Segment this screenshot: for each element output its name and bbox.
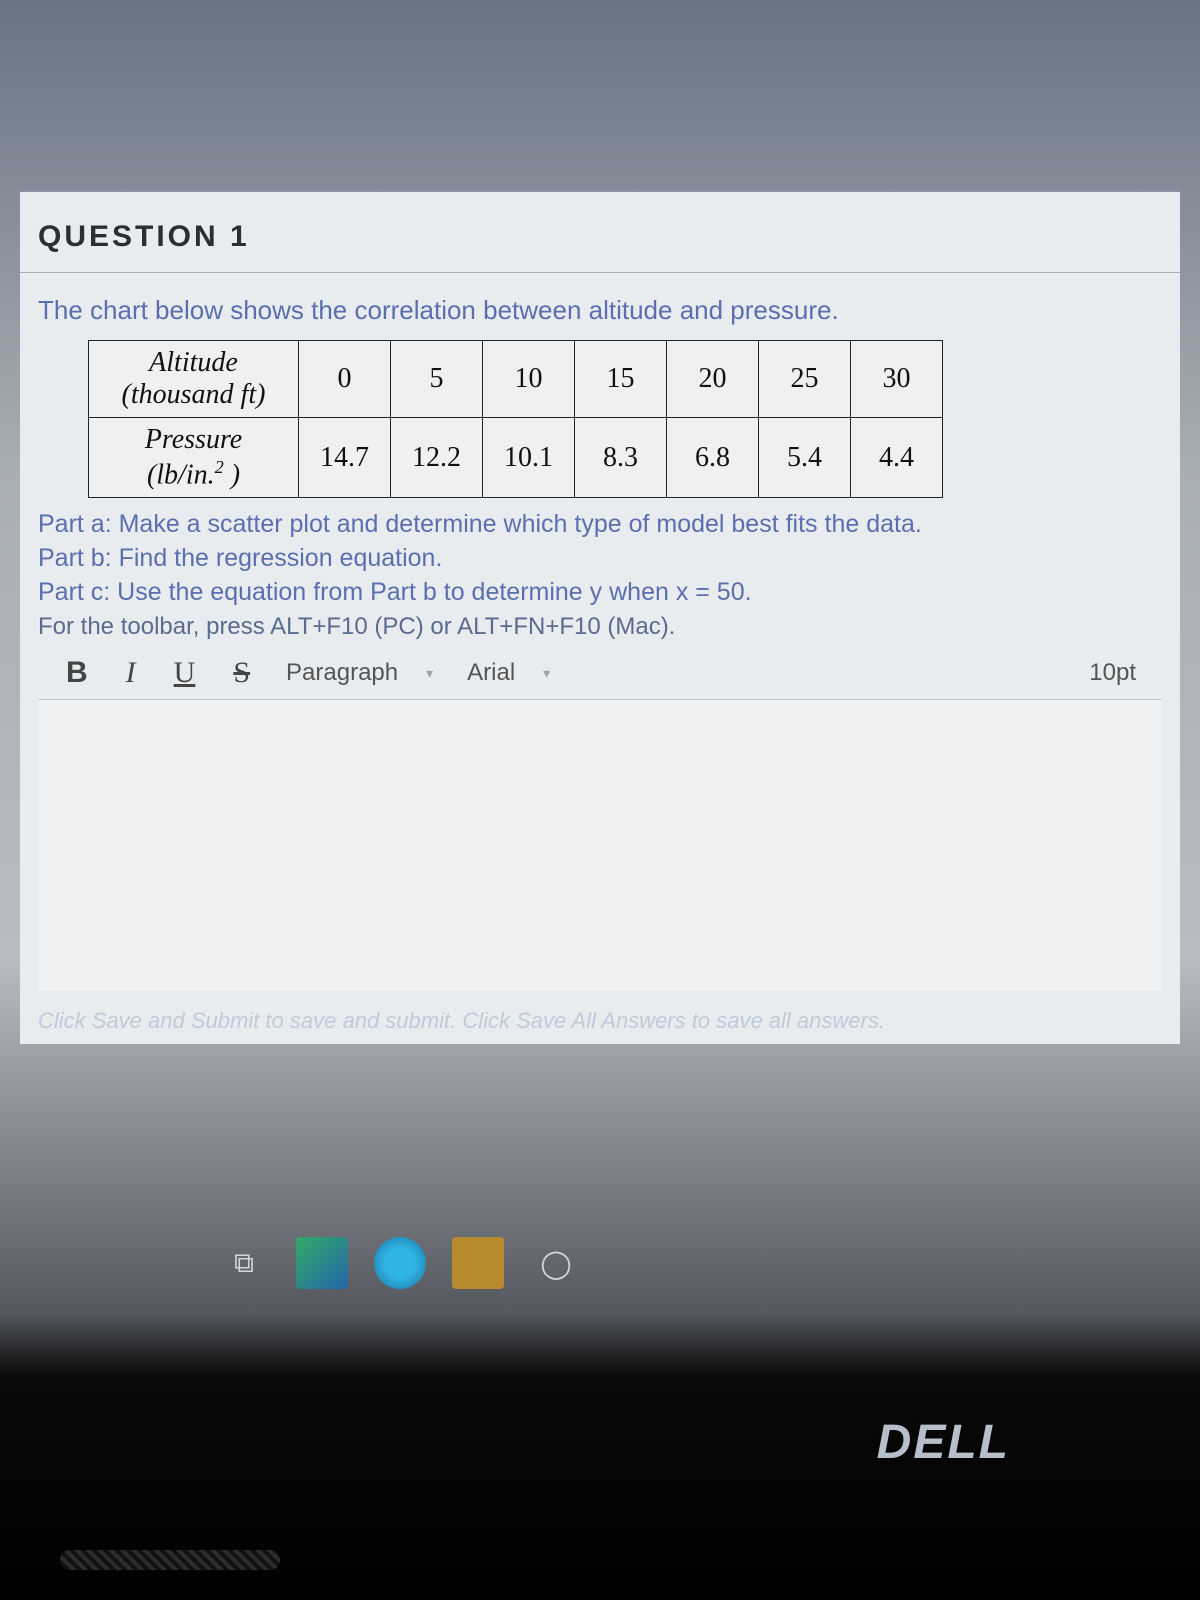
font-family-label: Arial xyxy=(467,659,515,687)
row-label-altitude: Altitude (thousand ft) xyxy=(89,341,299,418)
cell-altitude-4: 20 xyxy=(667,341,759,418)
toolbar-hint: For the toolbar, press ALT+F10 (PC) or A… xyxy=(38,613,1162,641)
answer-editor[interactable] xyxy=(38,700,1162,990)
file-explorer-icon[interactable] xyxy=(452,1237,504,1289)
cell-altitude-0: 0 xyxy=(299,341,391,418)
row-label-pressure: Pressure (lb/in.2 ) xyxy=(89,418,299,498)
cell-altitude-2: 10 xyxy=(483,341,575,418)
chevron-down-icon: ▾ xyxy=(426,665,433,682)
dell-logo: DELL xyxy=(877,1415,1010,1470)
font-size-label: 10pt xyxy=(1089,659,1136,687)
cell-pressure-0: 14.7 xyxy=(299,418,391,498)
chevron-down-icon: ▾ xyxy=(543,665,550,682)
save-submit-hint: Click Save and Submit to save and submit… xyxy=(20,1008,1180,1044)
font-family-select[interactable]: Arial ▾ xyxy=(461,655,556,691)
content-panel: QUESTION 1 The chart below shows the cor… xyxy=(20,190,1180,1044)
pressure-label-close: ) xyxy=(224,459,240,490)
table-row: Pressure (lb/in.2 ) 14.7 12.2 10.1 8.3 6… xyxy=(89,418,943,498)
editor-toolbar: B I U S Paragraph ▾ Arial ▾ 10pt xyxy=(38,641,1162,700)
pressure-label-line2: (lb/in. xyxy=(147,459,215,490)
question-prompt: The chart below shows the correlation be… xyxy=(38,295,1162,326)
pressure-label-sup: 2 xyxy=(215,457,224,477)
part-c-text: Part c: Use the equation from Part b to … xyxy=(38,576,1162,610)
italic-button[interactable]: I xyxy=(118,656,144,690)
cell-pressure-4: 6.8 xyxy=(667,418,759,498)
cell-altitude-1: 5 xyxy=(391,341,483,418)
block-format-select[interactable]: Paragraph ▾ xyxy=(280,655,439,691)
cell-pressure-1: 12.2 xyxy=(391,418,483,498)
altitude-label-line2: (thousand ft) xyxy=(122,379,266,410)
cell-pressure-5: 5.4 xyxy=(759,418,851,498)
strikethrough-button[interactable]: S xyxy=(225,656,258,690)
block-format-label: Paragraph xyxy=(286,659,398,687)
windows-taskbar: ⧉ ◯ xyxy=(200,1231,600,1295)
font-size-select[interactable]: 10pt xyxy=(1083,655,1142,691)
bold-button[interactable]: B xyxy=(58,656,96,690)
question-body: The chart below shows the correlation be… xyxy=(20,272,1180,1008)
cell-pressure-3: 8.3 xyxy=(575,418,667,498)
pressure-label-line1: Pressure xyxy=(145,424,242,455)
question-parts: Part a: Make a scatter plot and determin… xyxy=(38,508,1162,609)
data-table: Altitude (thousand ft) 0 5 10 15 20 25 3… xyxy=(88,340,943,498)
edge-icon[interactable] xyxy=(374,1237,426,1289)
cortana-icon[interactable]: ◯ xyxy=(530,1237,582,1289)
cell-pressure-2: 10.1 xyxy=(483,418,575,498)
question-heading: QUESTION 1 xyxy=(20,192,1180,272)
cell-altitude-6: 30 xyxy=(851,341,943,418)
microsoft-store-icon[interactable] xyxy=(296,1237,348,1289)
part-b-text: Part b: Find the regression equation. xyxy=(38,542,1162,576)
altitude-label-line1: Altitude xyxy=(149,347,238,378)
underline-button[interactable]: U xyxy=(166,656,204,690)
task-view-icon[interactable]: ⧉ xyxy=(218,1237,270,1289)
table-row: Altitude (thousand ft) 0 5 10 15 20 25 3… xyxy=(89,341,943,418)
part-a-text: Part a: Make a scatter plot and determin… xyxy=(38,508,1162,542)
cell-pressure-6: 4.4 xyxy=(851,418,943,498)
cell-altitude-3: 15 xyxy=(575,341,667,418)
laptop-vent xyxy=(60,1550,280,1570)
cell-altitude-5: 25 xyxy=(759,341,851,418)
